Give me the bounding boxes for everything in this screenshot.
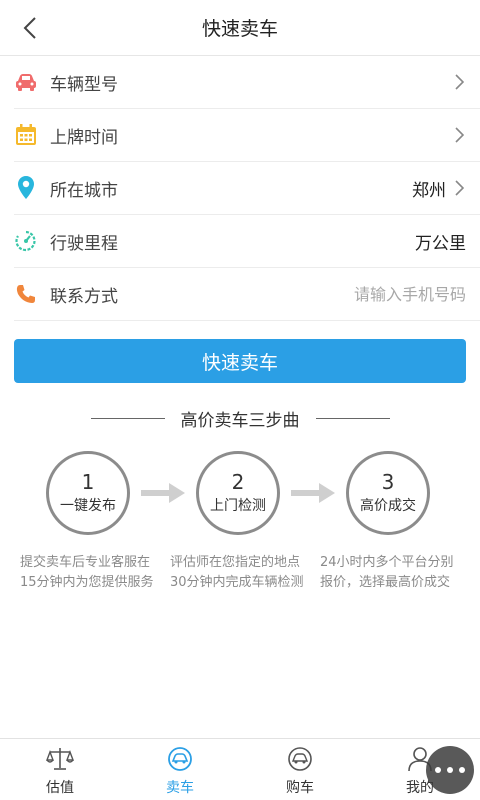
bottom-tab-bar: 估值 卖车 购车 我的 — [0, 738, 480, 800]
form-label: 上牌时间 — [50, 127, 118, 148]
steps-row: 1 一键发布 2 上门检测 3 高价成交 — [0, 451, 480, 535]
speedometer-icon — [14, 229, 38, 253]
tab-label: 购车 — [286, 780, 314, 796]
mileage-unit: 万公里 — [415, 233, 466, 254]
divider-line — [315, 417, 390, 419]
chevron-left-icon — [23, 17, 36, 39]
tab-label: 卖车 — [166, 780, 194, 796]
tab-valuation[interactable]: 估值 — [0, 739, 120, 800]
arrow-right-icon — [280, 451, 346, 535]
scale-icon — [45, 745, 75, 773]
step-name: 高价成交 — [360, 498, 416, 514]
header-bar: 快速卖车 — [0, 0, 480, 56]
form-label: 所在城市 — [50, 180, 118, 201]
step-circle-2: 2 上门检测 — [196, 451, 280, 535]
step-number: 2 — [231, 470, 245, 494]
step-name: 一键发布 — [60, 498, 116, 514]
arrow-right-icon — [130, 451, 196, 535]
step-desc-2: 评估师在您指定的地点30分钟内完成车辆检测 — [170, 555, 304, 590]
form-label: 行驶里程 — [50, 233, 118, 254]
form-row-city[interactable]: 所在城市 郑州 — [14, 162, 480, 215]
form-row-car-model[interactable]: 车辆型号 — [14, 56, 480, 109]
quick-sell-button[interactable]: 快速卖车 — [14, 339, 466, 383]
phone-icon — [14, 282, 38, 306]
step-number: 3 — [381, 470, 395, 494]
step-name: 上门检测 — [210, 498, 266, 514]
sell-car-icon — [165, 745, 195, 773]
floating-more-button[interactable] — [426, 746, 474, 794]
step-desc-3: 24小时内多个平台分别报价，选择最高价成交 — [320, 555, 454, 590]
step-number: 1 — [81, 470, 95, 494]
chevron-right-icon — [454, 127, 466, 143]
chevron-right-icon — [454, 74, 466, 90]
phone-input[interactable] — [286, 284, 466, 304]
car-icon — [14, 70, 38, 94]
steps-title-text: 高价卖车三步曲 — [180, 410, 300, 431]
form-row-mileage[interactable]: 行驶里程 万公里 — [14, 215, 480, 268]
calendar-icon — [14, 123, 38, 147]
tab-buy-car[interactable]: 购车 — [240, 739, 360, 800]
location-pin-icon — [14, 176, 38, 200]
step-circle-1: 1 一键发布 — [46, 451, 130, 535]
sell-form: 车辆型号 上牌时间 所在城市 郑州 行驶里程 万公里 联系方式 请输入手机号码 — [0, 56, 480, 321]
form-row-contact: 联系方式 — [14, 268, 480, 321]
form-label: 联系方式 — [50, 286, 118, 307]
chevron-right-icon — [454, 180, 466, 196]
more-dots-icon — [447, 767, 453, 773]
page-title: 快速卖车 — [201, 18, 278, 40]
step-desc-1: 提交卖车后专业客服在15分钟内为您提供服务 — [20, 555, 154, 590]
more-dots-icon — [459, 767, 465, 773]
tab-sell-car[interactable]: 卖车 — [120, 739, 240, 800]
city-value: 郑州 — [412, 180, 446, 201]
more-dots-icon — [435, 767, 441, 773]
tab-label: 估值 — [46, 780, 74, 796]
buy-car-icon — [285, 745, 315, 773]
step-circle-3: 3 高价成交 — [346, 451, 430, 535]
divider-line — [90, 417, 165, 419]
form-label: 车辆型号 — [50, 74, 118, 95]
step-descriptions: 提交卖车后专业客服在15分钟内为您提供服务 评估师在您指定的地点30分钟内完成车… — [0, 553, 480, 593]
steps-section-title: 高价卖车三步曲 — [0, 405, 480, 431]
back-button[interactable] — [14, 12, 46, 44]
form-row-register-date[interactable]: 上牌时间 — [14, 109, 480, 162]
